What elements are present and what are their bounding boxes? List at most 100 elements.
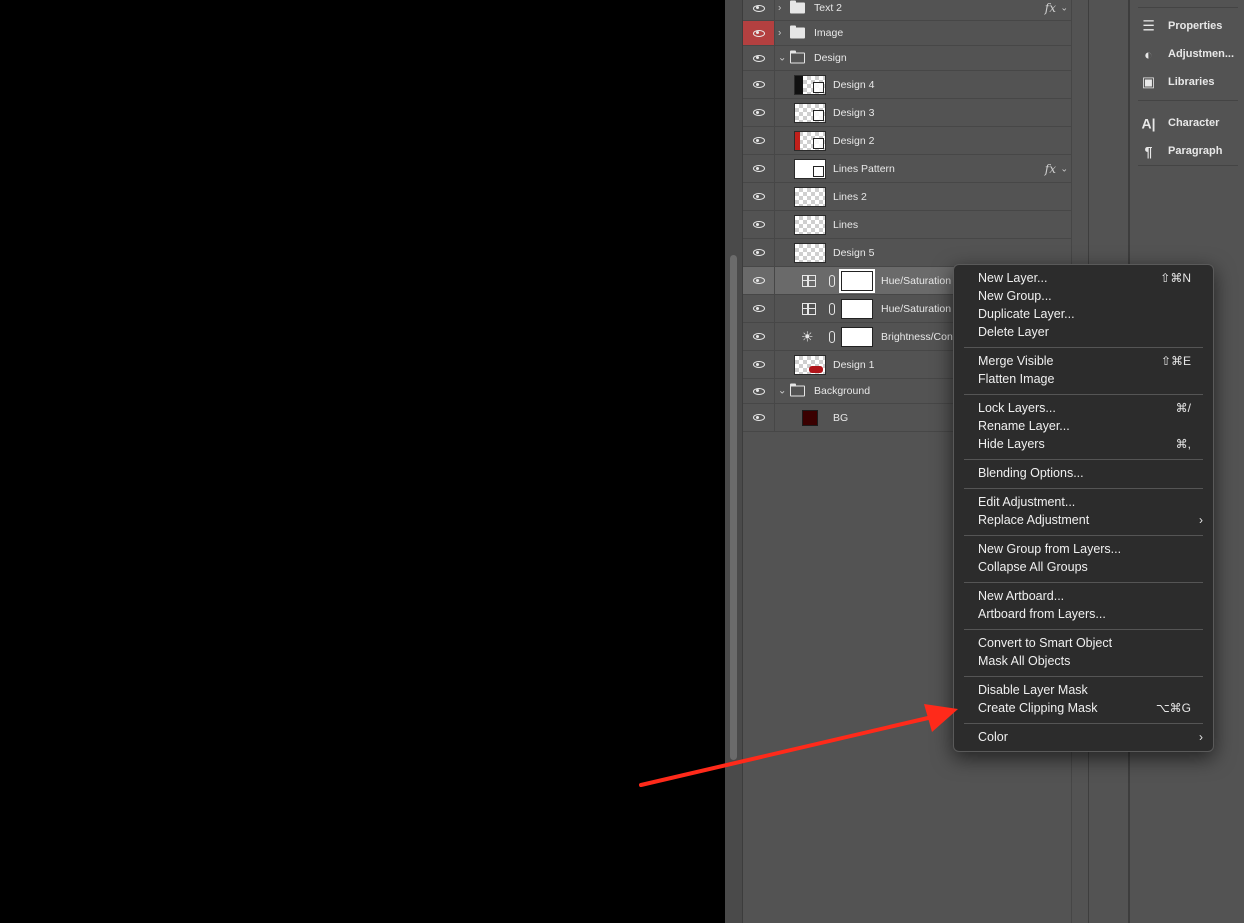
- layer-visibility-toggle[interactable]: [743, 99, 775, 126]
- menu-item-edit-adjustment[interactable]: Edit Adjustment...: [954, 493, 1213, 511]
- document-canvas[interactable]: [0, 0, 725, 923]
- layer-visibility-toggle[interactable]: [743, 21, 775, 45]
- layer-visibility-toggle[interactable]: [743, 351, 775, 378]
- layer-thumbnail: [794, 215, 826, 235]
- menu-item-label: New Group from Layers...: [978, 542, 1122, 556]
- menu-item-label: New Artboard...: [978, 589, 1065, 603]
- menu-item-rename-layer[interactable]: Rename Layer...: [954, 417, 1213, 435]
- layer-visibility-toggle[interactable]: [743, 183, 775, 210]
- layer-mask-thumbnail[interactable]: [841, 299, 873, 319]
- layer-effects-icon[interactable]: fx: [1045, 162, 1056, 176]
- layer-visibility-toggle[interactable]: [743, 0, 775, 20]
- layer-mask-thumbnail[interactable]: [841, 327, 873, 347]
- eye-icon: [752, 305, 765, 312]
- layer-visibility-toggle[interactable]: [743, 239, 775, 266]
- layer-row[interactable]: Design 4: [743, 71, 1071, 99]
- layer-visibility-toggle[interactable]: [743, 267, 775, 294]
- panel-tab-label: Libraries: [1168, 76, 1215, 88]
- menu-item-lock-layers[interactable]: Lock Layers... ⌘/: [954, 399, 1213, 417]
- menu-item-duplicate-layer[interactable]: Duplicate Layer...: [954, 305, 1213, 323]
- layer-row[interactable]: Design 2: [743, 127, 1071, 155]
- layer-row[interactable]: Lines Pattern fx ⌄: [743, 155, 1071, 183]
- hue-saturation-icon: [802, 274, 816, 287]
- menu-item-merge-visible[interactable]: Merge Visible ⇧⌘E: [954, 352, 1213, 370]
- menu-item-label: New Group...: [978, 289, 1052, 303]
- layer-row[interactable]: Design 3: [743, 99, 1071, 127]
- layer-visibility-toggle[interactable]: [743, 127, 775, 154]
- layer-effects-icon[interactable]: fx: [1045, 1, 1056, 15]
- menu-item-new-group[interactable]: New Group...: [954, 287, 1213, 305]
- chevron-right-icon[interactable]: ›: [778, 28, 781, 39]
- layer-thumbnail: [794, 187, 826, 207]
- menu-item-convert-to-smart-object[interactable]: Convert to Smart Object: [954, 634, 1213, 652]
- layer-visibility-toggle[interactable]: [743, 46, 775, 70]
- layer-visibility-toggle[interactable]: [743, 323, 775, 350]
- menu-item-shortcut: ⌘/: [1175, 401, 1191, 415]
- menu-item-create-clipping-mask[interactable]: Create Clipping Mask ⌥⌘G: [954, 699, 1213, 717]
- menu-item-hide-layers[interactable]: Hide Layers ⌘,: [954, 435, 1213, 453]
- menu-item-label: Disable Layer Mask: [978, 683, 1088, 697]
- link-icon[interactable]: [829, 302, 835, 315]
- layer-name: Image: [814, 27, 844, 39]
- menu-item-new-group-from-layers[interactable]: New Group from Layers...: [954, 540, 1213, 558]
- menu-separator: [964, 459, 1203, 460]
- layer-row[interactable]: › Text 2 fx ⌄: [743, 0, 1071, 21]
- layer-mask-thumbnail[interactable]: [839, 269, 875, 293]
- layer-name: Text 2: [814, 2, 843, 14]
- panel-tab-libraries[interactable]: ▣ Libraries: [1130, 70, 1244, 94]
- canvas-scrollbar-track[interactable]: [725, 0, 743, 923]
- panel-tab-label: Character: [1168, 117, 1220, 129]
- eye-icon: [752, 277, 765, 284]
- eye-icon: [752, 29, 765, 37]
- menu-item-flatten-image[interactable]: Flatten Image: [954, 370, 1213, 388]
- layer-visibility-toggle[interactable]: [743, 295, 775, 322]
- layer-row[interactable]: Lines 2: [743, 183, 1071, 211]
- chevron-down-icon[interactable]: ⌄: [778, 53, 786, 64]
- layer-thumbnail: [794, 103, 826, 123]
- menu-item-blending-options[interactable]: Blending Options...: [954, 464, 1213, 482]
- folder-icon: [789, 50, 805, 64]
- link-icon[interactable]: [829, 274, 835, 287]
- menu-item-new-layer[interactable]: New Layer... ⇧⌘N: [954, 269, 1213, 287]
- layer-visibility-toggle[interactable]: [743, 71, 775, 98]
- menu-item-new-artboard[interactable]: New Artboard...: [954, 587, 1213, 605]
- layer-row[interactable]: Design 5: [743, 239, 1071, 267]
- eye-icon: [752, 109, 765, 116]
- menu-item-replace-adjustment[interactable]: Replace Adjustment ›: [954, 511, 1213, 529]
- menu-item-color[interactable]: Color ›: [954, 728, 1213, 746]
- eye-icon: [752, 361, 765, 368]
- panel-group-divider: [1138, 165, 1238, 166]
- menu-separator: [964, 676, 1203, 677]
- layer-visibility-toggle[interactable]: [743, 211, 775, 238]
- panel-tab-adjustments[interactable]: ◐ Adjustmen...: [1130, 42, 1244, 66]
- link-icon[interactable]: [829, 330, 835, 343]
- menu-item-mask-all-objects[interactable]: Mask All Objects: [954, 652, 1213, 670]
- layer-name: Lines Pattern: [833, 162, 895, 175]
- menu-item-collapse-all-groups[interactable]: Collapse All Groups: [954, 558, 1213, 576]
- menu-item-disable-layer-mask[interactable]: Disable Layer Mask: [954, 681, 1213, 699]
- chevron-down-icon[interactable]: ⌄: [778, 386, 786, 397]
- menu-item-delete-layer[interactable]: Delete Layer: [954, 323, 1213, 341]
- menu-item-label: Convert to Smart Object: [978, 636, 1113, 650]
- eye-icon: [752, 333, 765, 340]
- layer-thumbnail: [802, 410, 818, 426]
- panel-tab-character[interactable]: A| Character: [1130, 111, 1244, 135]
- layer-visibility-toggle[interactable]: [743, 155, 775, 182]
- canvas-scrollbar-thumb[interactable]: [730, 255, 737, 760]
- panel-tab-paragraph[interactable]: ¶ Paragraph: [1130, 139, 1244, 163]
- panel-tab-properties[interactable]: ☰ Properties: [1130, 14, 1244, 38]
- panel-tab-label: Paragraph: [1168, 145, 1223, 157]
- layer-visibility-toggle[interactable]: [743, 404, 775, 431]
- layer-row[interactable]: Lines: [743, 211, 1071, 239]
- layer-row[interactable]: ⌄ Design: [743, 46, 1071, 71]
- panel-group-divider: [1138, 100, 1238, 101]
- chevron-right-icon[interactable]: ›: [778, 3, 781, 14]
- properties-icon: ☰: [1142, 17, 1155, 34]
- layer-row[interactable]: › Image: [743, 21, 1071, 46]
- effects-toggle-chevron-icon[interactable]: ⌄: [1060, 3, 1068, 14]
- eye-icon: [752, 193, 765, 200]
- eye-icon: [752, 54, 765, 62]
- effects-toggle-chevron-icon[interactable]: ⌄: [1060, 163, 1068, 174]
- menu-item-artboard-from-layers[interactable]: Artboard from Layers...: [954, 605, 1213, 623]
- layer-visibility-toggle[interactable]: [743, 379, 775, 403]
